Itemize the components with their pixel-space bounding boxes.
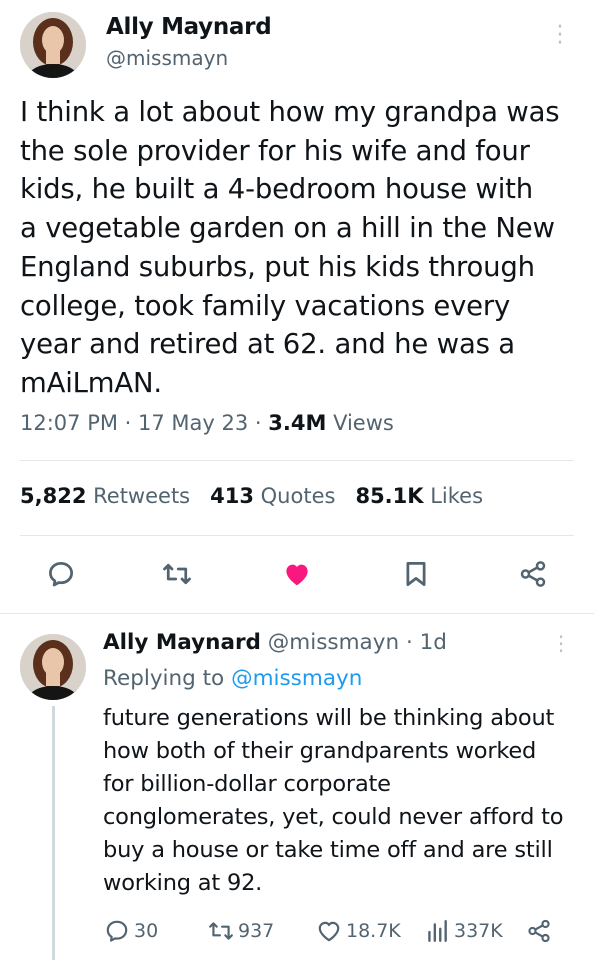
- quotes-count: 413: [210, 484, 254, 508]
- likes-label: Likes: [430, 484, 484, 508]
- reply-text: future generations will be thinking abou…: [103, 705, 564, 896]
- retweets-count: 5,822: [20, 484, 87, 508]
- retweets-label: Retweets: [93, 484, 191, 508]
- bookmark-icon: [406, 562, 426, 586]
- retweet-button[interactable]: [160, 556, 194, 592]
- like-button[interactable]: [280, 556, 314, 592]
- more-icon[interactable]: · · ·: [548, 17, 572, 55]
- retweets-stat[interactable]: 5,822 Retweets: [20, 484, 190, 508]
- retweet-icon: [209, 922, 233, 940]
- share-icon: [528, 919, 550, 943]
- views-label: Views: [333, 411, 394, 435]
- reply-author-handle[interactable]: @missmayn: [268, 630, 399, 655]
- heart-icon: [318, 921, 340, 942]
- reply-age[interactable]: 1d: [420, 630, 447, 655]
- author-handle[interactable]: @missmayn: [106, 46, 228, 70]
- share-button[interactable]: [516, 556, 550, 592]
- reply-retweet-button[interactable]: 937: [208, 916, 274, 946]
- reply-actions: 30 937 18.7K 337K: [0, 916, 594, 946]
- divider: [20, 535, 574, 536]
- divider: [0, 613, 594, 614]
- more-icon[interactable]: · · ·: [550, 627, 572, 661]
- reply-views-button[interactable]: 337K: [424, 916, 503, 946]
- reply-icon: [49, 562, 73, 587]
- reply-like-button[interactable]: 18.7K: [316, 916, 401, 946]
- author-name[interactable]: Ally Maynard: [106, 14, 272, 40]
- views-icon: [428, 920, 447, 942]
- reply-icon: [106, 920, 128, 942]
- view-count: 337K: [454, 920, 503, 942]
- retweet-count: 937: [238, 920, 275, 942]
- tweet-meta: 12:07 PM · 17 May 23 · 3.4M Views: [20, 411, 394, 435]
- engagement-stats: 5,822 Retweets 413 Quotes 85.1K Likes: [20, 484, 483, 508]
- reply-author-name[interactable]: Ally Maynard: [103, 630, 261, 655]
- reply-author-avatar[interactable]: [20, 634, 86, 700]
- share-icon: [520, 561, 546, 587]
- likes-stat[interactable]: 85.1K Likes: [355, 484, 483, 508]
- likes-count: 85.1K: [355, 484, 424, 508]
- tweet-actions: [0, 556, 594, 596]
- retweet-icon: [163, 563, 191, 585]
- tweet-time[interactable]: 12:07 PM: [20, 411, 118, 435]
- reply-share-button[interactable]: [526, 916, 556, 946]
- heart-icon: [286, 564, 308, 586]
- views-count: 3.4M: [268, 411, 327, 435]
- quotes-label: Quotes: [260, 484, 336, 508]
- reply-button[interactable]: [44, 556, 78, 592]
- divider: [20, 460, 574, 461]
- author-avatar[interactable]: [20, 12, 86, 78]
- reply-reply-button[interactable]: 30: [104, 916, 158, 946]
- bookmark-button[interactable]: [399, 556, 433, 592]
- reply-header: Ally Maynard @missmayn · 1d: [103, 630, 447, 655]
- like-count: 18.7K: [346, 920, 401, 942]
- replying-to: Replying to @missmayn: [103, 666, 362, 691]
- replying-label: Replying to: [103, 666, 225, 691]
- reply-count: 30: [134, 920, 159, 942]
- tweet-text: I think a lot about how my grandpa was t…: [20, 96, 560, 399]
- replying-handle[interactable]: @missmayn: [231, 666, 362, 691]
- tweet-date[interactable]: 17 May 23: [138, 411, 248, 435]
- quotes-stat[interactable]: 413 Quotes: [210, 484, 335, 508]
